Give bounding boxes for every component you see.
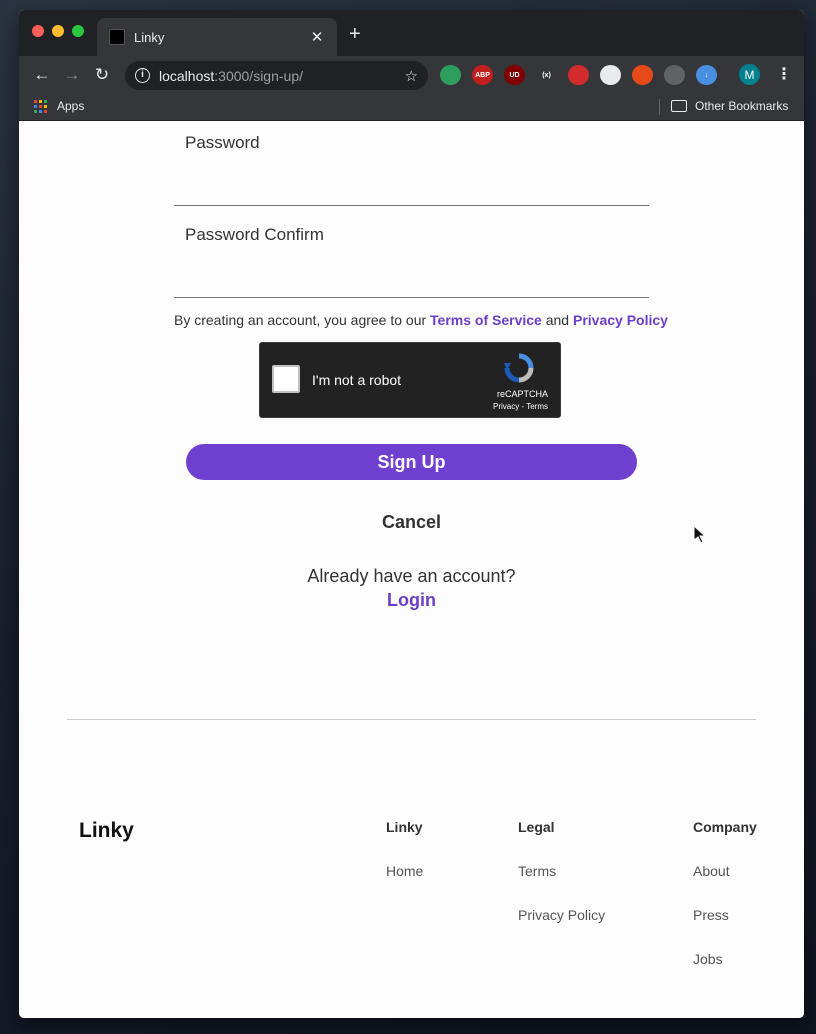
url-path: :3000/sign-up/	[214, 67, 303, 84]
tab-title: Linky	[134, 29, 165, 45]
already-have-account-text: Already have an account?	[307, 566, 516, 586]
new-tab-button[interactable]: +	[349, 23, 361, 46]
tab-strip: Linky ✕ +	[19, 10, 804, 56]
maximize-window-button[interactable]	[72, 25, 84, 37]
recaptcha-privacy-terms[interactable]: Privacy - Terms	[493, 402, 548, 411]
download-icon[interactable]: ↓	[696, 65, 717, 85]
recaptcha-label: I'm not a robot	[312, 372, 402, 388]
agree-prefix: By creating an account, you agree to our	[174, 312, 431, 328]
minimize-window-button[interactable]	[52, 25, 64, 37]
bookmark-star-icon[interactable]: ☆	[405, 67, 418, 85]
footer-heading-company: Company	[693, 819, 757, 835]
apps-label: Apps	[57, 99, 85, 113]
apps-bookmark[interactable]: Apps	[34, 99, 84, 113]
browser-menu-icon[interactable]: ⋮	[776, 64, 792, 84]
mouse-cursor-icon	[694, 526, 706, 544]
footer-divider	[67, 719, 756, 720]
extensions-bar: ABP UD (x) ↓	[440, 65, 717, 85]
forward-button[interactable]: →	[57, 65, 87, 85]
ext-circle-icon[interactable]	[440, 65, 461, 85]
recaptcha-widget: I'm not a robot reCAPTCHA Privacy - Term…	[259, 342, 561, 418]
footer-link-terms[interactable]: Terms	[518, 863, 605, 907]
other-bookmarks[interactable]: Other Bookmarks	[671, 99, 788, 113]
ext-stripes-icon[interactable]	[664, 65, 685, 85]
footer-link-home[interactable]: Home	[386, 863, 423, 907]
footer-column-legal: Legal Terms Privacy Policy	[518, 819, 605, 951]
browser-window: Linky ✕ + ← → ↻ i localhost:3000/sign-up…	[19, 10, 804, 1018]
address-bar[interactable]: i localhost:3000/sign-up/ ☆	[125, 61, 428, 90]
bookmarks-divider	[659, 99, 660, 115]
footer-column-company: Company About Press Jobs	[693, 819, 757, 995]
back-button[interactable]: ←	[27, 65, 57, 85]
ext-egg-icon[interactable]	[600, 65, 621, 85]
password-confirm-field[interactable]: Password Confirm	[174, 225, 649, 298]
profile-avatar[interactable]: M	[739, 64, 760, 85]
privacy-policy-link[interactable]: Privacy Policy	[573, 312, 668, 328]
footer-heading-legal: Legal	[518, 819, 555, 835]
reload-button[interactable]: ↻	[87, 65, 117, 85]
footer-brand-logo[interactable]: Linky	[79, 819, 134, 843]
login-link[interactable]: Login	[19, 590, 804, 611]
recaptcha-checkbox[interactable]	[272, 365, 300, 393]
agree-and: and	[541, 312, 573, 328]
folder-icon	[671, 100, 687, 112]
footer-link-jobs[interactable]: Jobs	[693, 951, 757, 995]
close-window-button[interactable]	[32, 25, 44, 37]
xpath-icon[interactable]: (x)	[536, 65, 557, 85]
sign-up-button[interactable]: Sign Up	[186, 444, 637, 480]
other-bookmarks-label: Other Bookmarks	[695, 99, 789, 113]
footer-column-linky: Linky Home	[386, 819, 423, 907]
ext-red-icon[interactable]	[568, 65, 589, 85]
apps-grid-icon	[34, 99, 47, 113]
page-content: Password Password Confirm By creating an…	[19, 121, 804, 1018]
password-confirm-label: Password Confirm	[185, 225, 324, 244]
color-wheel-icon[interactable]	[632, 65, 653, 85]
terms-agreement: By creating an account, you agree to our…	[174, 312, 668, 328]
window-controls	[32, 25, 84, 37]
password-label: Password	[185, 133, 260, 152]
url-host: localhost	[159, 67, 215, 84]
info-icon[interactable]: i	[135, 68, 150, 83]
ublock-icon[interactable]: UD	[504, 65, 525, 85]
abp-icon[interactable]: ABP	[472, 65, 493, 85]
cancel-button[interactable]: Cancel	[19, 512, 804, 533]
footer-link-press[interactable]: Press	[693, 907, 757, 951]
footer-link-about[interactable]: About	[693, 863, 757, 907]
bookmarks-bar: Apps Other Bookmarks	[19, 94, 804, 121]
terms-of-service-link[interactable]: Terms of Service	[430, 312, 542, 328]
recaptcha-brand: reCAPTCHA	[496, 389, 548, 399]
recaptcha-logo-icon	[504, 353, 534, 383]
browser-toolbar: ← → ↻ i localhost:3000/sign-up/ ☆ ABP UD (…	[19, 56, 804, 94]
footer-link-privacy-policy[interactable]: Privacy Policy	[518, 907, 605, 951]
footer-heading-linky: Linky	[386, 819, 423, 835]
tab-linky[interactable]: Linky ✕	[97, 18, 337, 56]
password-field[interactable]: Password	[174, 133, 649, 206]
tab-close-icon[interactable]: ✕	[309, 28, 325, 46]
favicon-icon	[109, 29, 125, 45]
